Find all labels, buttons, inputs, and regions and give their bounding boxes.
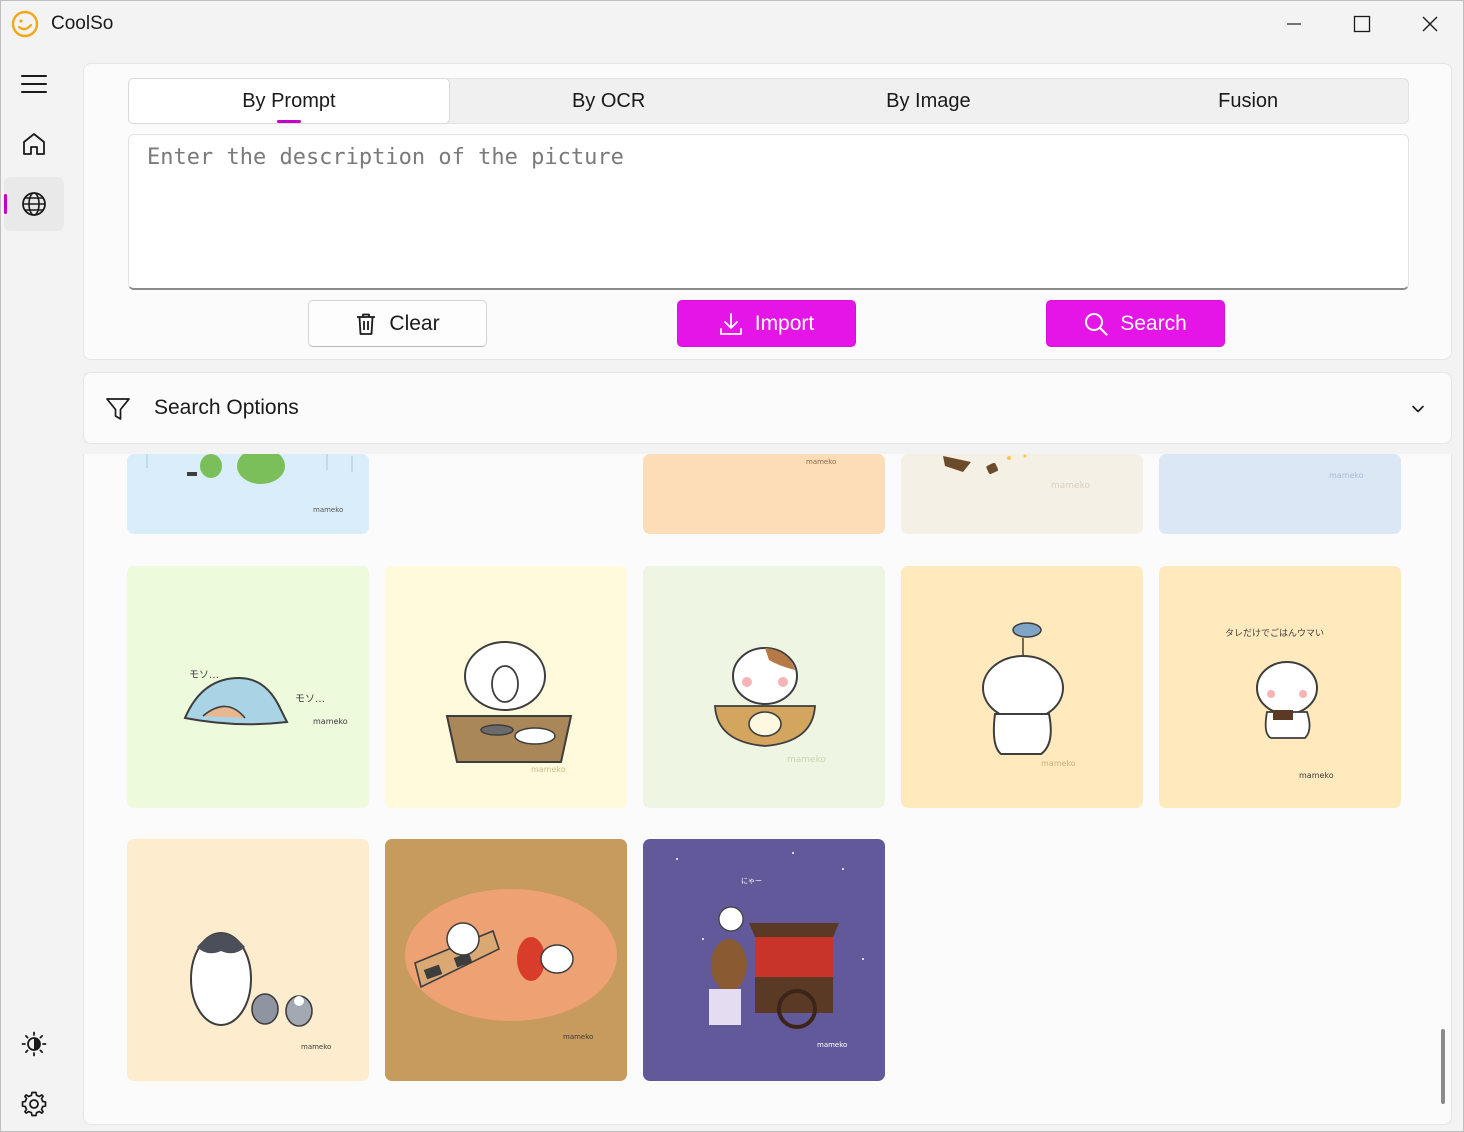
watermark-text: mameko xyxy=(1329,471,1364,480)
clear-label: Clear xyxy=(389,311,440,335)
app-title: CoolSo xyxy=(51,13,114,34)
tab-by-prompt[interactable]: By Prompt xyxy=(128,78,450,124)
tab-by-image[interactable]: By Image xyxy=(769,79,1089,123)
caption-text: タレだけでごはんウマい xyxy=(1225,627,1324,639)
search-label: Search xyxy=(1120,311,1187,335)
trash-icon xyxy=(357,313,376,335)
close-icon xyxy=(1422,16,1438,32)
active-indicator xyxy=(4,194,7,214)
maximize-icon xyxy=(1353,15,1371,33)
result-image[interactable]: mameko xyxy=(385,839,627,1081)
search-button[interactable]: Search xyxy=(1046,300,1225,347)
result-image[interactable]: mameko xyxy=(385,566,627,808)
watermark-text: mameko xyxy=(817,1041,847,1049)
svg-text:モソ…: モソ… xyxy=(295,694,325,705)
tab-by-ocr[interactable]: By OCR xyxy=(449,79,769,123)
sidebar-item-web-search[interactable] xyxy=(4,177,64,231)
search-options-label: Search Options xyxy=(154,396,299,419)
caption-text: にゃー xyxy=(741,877,762,885)
app-logo-icon xyxy=(11,10,39,38)
result-image[interactable]: mameko xyxy=(127,839,369,1081)
tab-label: By OCR xyxy=(571,89,646,112)
settings-button[interactable] xyxy=(4,1077,64,1131)
home-icon xyxy=(23,133,45,155)
prompt-input-container xyxy=(128,134,1409,290)
title-bar: CoolSo xyxy=(1,1,1463,47)
brightness-icon xyxy=(21,1031,47,1057)
download-icon xyxy=(719,312,742,335)
chevron-down-icon xyxy=(1412,405,1424,413)
prompt-card: By Prompt By OCR By Image Fusion Clear xyxy=(83,63,1452,360)
sidebar-item-home[interactable] xyxy=(4,117,64,171)
result-image[interactable]: mameko xyxy=(643,454,885,534)
prompt-input[interactable] xyxy=(129,135,1408,288)
result-image[interactable]: mameko xyxy=(1159,454,1401,534)
import-button[interactable]: Import xyxy=(677,300,856,347)
tab-label: By Image xyxy=(886,89,971,112)
clear-button[interactable]: Clear xyxy=(308,300,487,347)
watermark-text: mameko xyxy=(313,506,343,514)
minimize-icon xyxy=(1287,23,1301,25)
close-button[interactable] xyxy=(1396,1,1464,47)
import-label: Import xyxy=(754,311,815,335)
watermark-text: mameko xyxy=(301,1043,331,1051)
maximize-button[interactable] xyxy=(1328,1,1396,47)
results-gallery: mameko mameko mameko mameko モソ… モソ… mame… xyxy=(83,454,1452,1125)
theme-toggle-button[interactable] xyxy=(4,1017,64,1071)
tab-label: By Prompt xyxy=(242,89,336,112)
caption-text: モソ… xyxy=(189,670,219,681)
minimize-button[interactable] xyxy=(1260,1,1328,47)
watermark-text: mameko xyxy=(531,765,566,774)
watermark-text: mameko xyxy=(1299,771,1334,780)
app-window: CoolSo By Prompt By OCR By Image Fusion … xyxy=(0,0,1464,1132)
search-mode-tabs: By Prompt By OCR By Image Fusion xyxy=(128,78,1409,124)
watermark-text: mameko xyxy=(563,1033,593,1041)
watermark-text: mameko xyxy=(1041,759,1076,768)
result-image[interactable]: mameko xyxy=(901,454,1143,534)
watermark-text: mameko xyxy=(1051,481,1090,491)
result-image[interactable]: モソ… モソ… mameko xyxy=(127,566,369,808)
hamburger-menu-icon xyxy=(21,75,47,93)
result-image[interactable]: mameko xyxy=(901,566,1143,808)
tab-label: Fusion xyxy=(1218,89,1279,112)
watermark-text: mameko xyxy=(806,458,836,466)
tab-fusion[interactable]: Fusion xyxy=(1088,79,1408,123)
search-icon xyxy=(1085,312,1108,336)
menu-button[interactable] xyxy=(4,57,64,111)
tab-active-underline xyxy=(276,120,301,123)
result-image[interactable]: にゃー mameko xyxy=(643,839,885,1081)
gear-icon xyxy=(21,1091,47,1117)
gallery-scrollbar[interactable] xyxy=(1441,1029,1445,1104)
watermark-text: mameko xyxy=(787,755,826,765)
search-options-expander[interactable]: Search Options xyxy=(83,372,1452,444)
watermark-text: mameko xyxy=(313,717,348,726)
result-image[interactable]: mameko xyxy=(643,566,885,808)
result-image[interactable]: タレだけでごはんウマい mameko xyxy=(1159,566,1401,808)
result-image[interactable]: mameko xyxy=(127,454,369,534)
globe-icon xyxy=(22,192,46,216)
filter-icon xyxy=(106,398,130,420)
